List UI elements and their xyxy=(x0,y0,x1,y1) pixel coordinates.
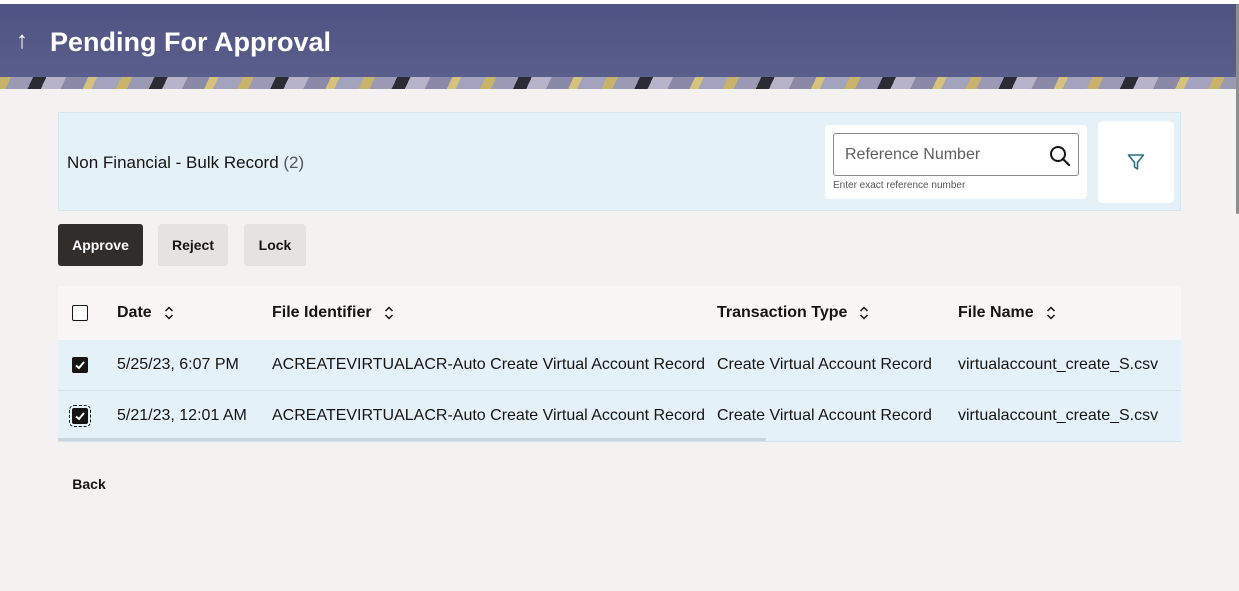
checkmark-icon xyxy=(75,361,85,370)
table-horizontal-scrollbar[interactable] xyxy=(58,438,766,441)
row-select-cell xyxy=(72,340,88,390)
search-icon[interactable] xyxy=(1048,144,1072,168)
cell-file-name: virtualaccount_create_S.csv xyxy=(958,407,1159,424)
table-row[interactable]: 5/21/23, 12:01 AM ACREATEVIRTUALACR-Auto… xyxy=(58,391,1181,442)
reject-button[interactable]: Reject xyxy=(158,224,228,266)
column-file-name[interactable]: File Name xyxy=(958,286,1056,340)
sort-icon[interactable] xyxy=(384,305,394,321)
row-checkbox[interactable] xyxy=(72,357,88,373)
filter-button[interactable] xyxy=(1098,121,1174,203)
lock-button[interactable]: Lock xyxy=(244,224,306,266)
arrow-up-icon[interactable]: ↑ xyxy=(12,26,32,56)
sort-icon[interactable] xyxy=(164,305,174,321)
cell-date: 5/25/23, 6:07 PM xyxy=(117,356,239,373)
column-file-name-label: File Name xyxy=(958,304,1034,321)
filter-icon xyxy=(1127,154,1145,170)
search-hint: Enter exact reference number xyxy=(833,180,966,191)
checkmark-icon xyxy=(75,412,85,421)
sort-icon[interactable] xyxy=(859,305,869,321)
page-title: Pending For Approval xyxy=(50,27,332,57)
select-all-checkbox[interactable] xyxy=(72,305,88,321)
back-button[interactable]: Back xyxy=(58,469,120,499)
table-row[interactable]: 5/25/23, 6:07 PM ACREATEVIRTUALACR-Auto … xyxy=(58,340,1181,391)
column-date[interactable]: Date xyxy=(117,286,174,340)
page-header: ↑ Pending For Approval xyxy=(0,4,1239,89)
column-transaction-type[interactable]: Transaction Type xyxy=(717,286,869,340)
column-date-label: Date xyxy=(117,304,152,321)
reference-search: Enter exact reference number xyxy=(825,125,1087,199)
select-all-cell xyxy=(72,286,88,340)
panel-heading-label: Non Financial - Bulk Record xyxy=(67,153,279,172)
row-select-cell xyxy=(69,391,91,441)
cell-file-identifier: ACREATEVIRTUALACR-Auto Create Virtual Ac… xyxy=(272,356,706,373)
panel-heading: Non Financial - Bulk Record (2) xyxy=(67,152,304,174)
cell-transaction-type: Create Virtual Account Record xyxy=(717,356,932,373)
column-file-identifier-label: File Identifier xyxy=(272,304,372,321)
reference-number-input[interactable] xyxy=(845,142,1045,168)
header-pattern xyxy=(0,77,1239,89)
approve-button[interactable]: Approve xyxy=(58,224,143,266)
column-file-identifier[interactable]: File Identifier xyxy=(272,286,394,340)
column-transaction-type-label: Transaction Type xyxy=(717,304,848,321)
sort-icon[interactable] xyxy=(1046,305,1056,321)
record-count: (2) xyxy=(283,153,305,172)
cell-file-name: virtualaccount_create_S.csv xyxy=(958,356,1159,373)
cell-transaction-type: Create Virtual Account Record xyxy=(717,407,932,424)
cell-date: 5/21/23, 12:01 AM xyxy=(117,407,247,424)
cell-file-identifier: ACREATEVIRTUALACR-Auto Create Virtual Ac… xyxy=(272,407,706,424)
records-table: Date File Identifier Transaction Type Fi… xyxy=(58,286,1181,442)
reference-search-field[interactable] xyxy=(833,133,1079,176)
record-panel: Non Financial - Bulk Record (2) Enter ex… xyxy=(58,112,1181,211)
row-checkbox[interactable] xyxy=(69,405,91,427)
table-header: Date File Identifier Transaction Type Fi… xyxy=(58,286,1181,340)
